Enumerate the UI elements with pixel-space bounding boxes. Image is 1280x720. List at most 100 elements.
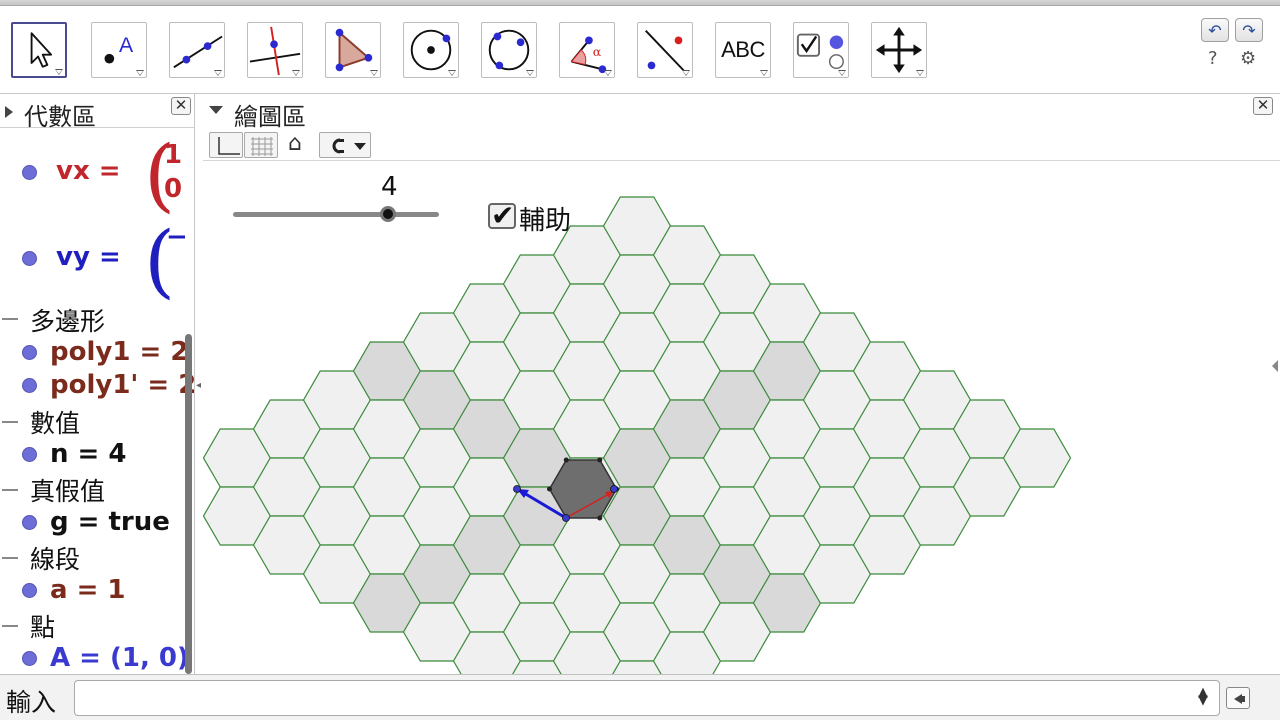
perpendicular-line-tool-button[interactable] (247, 22, 303, 78)
undo-button[interactable]: ↶ (1201, 18, 1229, 42)
visibility-dot-icon[interactable] (22, 378, 37, 393)
text-icon: ABC (721, 37, 765, 62)
vertex-point (563, 457, 569, 463)
n-slider[interactable] (233, 206, 439, 226)
list-item[interactable]: a = 1 (0, 575, 190, 607)
list-item[interactable]: g = true (0, 507, 190, 539)
keyboard-icon (1234, 694, 1245, 704)
vx-top-value: 1 (164, 140, 183, 170)
reflect-tool-button[interactable] (637, 22, 693, 78)
toggle-axes-button[interactable] (209, 132, 243, 158)
tool-menu-triangle-icon (370, 70, 378, 76)
move-graphics-tool-button[interactable] (871, 22, 927, 78)
group-label-number: 數值 (30, 409, 81, 438)
circle-center-point-tool-button[interactable] (403, 22, 459, 78)
perpendicular-line-icon (249, 26, 301, 76)
tool-menu-triangle-icon (916, 70, 924, 76)
auxiliary-checkbox[interactable]: ✔ (488, 199, 516, 232)
algebra-item-text: poly1 = 2 (50, 337, 189, 367)
point-capturing-dropdown[interactable] (319, 132, 371, 158)
line-tool-button[interactable] (169, 22, 225, 78)
visibility-dot-icon[interactable] (22, 345, 37, 360)
close-icon[interactable]: ✕ (171, 97, 191, 115)
graphics-canvas[interactable]: 4 ✔ 輔助 (203, 160, 1280, 674)
angle-tool-button[interactable]: α (559, 22, 615, 78)
list-item[interactable]: A = (1, 0) (0, 643, 190, 674)
polygon-tool-button[interactable] (325, 22, 381, 78)
input-field[interactable] (74, 680, 1220, 716)
group-label-polygon: 多邊形 (30, 307, 106, 336)
tool-menu-triangle-icon (838, 70, 846, 76)
move-tool-button[interactable] (11, 22, 67, 78)
collapse-group-icon[interactable] (2, 625, 18, 627)
chevron-down-icon (354, 143, 366, 150)
tool-menu-triangle-icon (55, 69, 63, 75)
tool-menu-triangle-icon (214, 70, 222, 76)
angle-alpha-label: α (593, 44, 602, 59)
algebra-view: 代數區 ✕ vx = ( 1 0 vy = ( − 多邊形 poly1 = 2 … (0, 94, 195, 674)
point-tool-button[interactable]: A (91, 22, 147, 78)
checkbox-tool-button[interactable] (793, 22, 849, 78)
vx-bottom-value: 0 (164, 174, 183, 204)
slider-knob[interactable] (380, 206, 396, 222)
algebra-view-header: 代數區 ✕ (0, 94, 194, 131)
vy-top-value: − (166, 222, 188, 252)
visibility-dot-icon[interactable] (22, 165, 37, 180)
algebra-item-text: n = 4 (50, 439, 127, 469)
visibility-dot-icon[interactable] (22, 651, 37, 666)
collapse-arrow-icon[interactable] (5, 106, 13, 118)
undo-icon: ↶ (1208, 20, 1222, 40)
list-item[interactable]: n = 4 (0, 439, 190, 471)
keyboard-toggle-button[interactable] (1226, 687, 1250, 709)
polygon-icon (335, 28, 373, 72)
list-item[interactable]: poly1 = 2 (0, 337, 190, 369)
history-updown-icon[interactable]: ▲ ▼ (1198, 686, 1208, 707)
collapse-group-icon[interactable] (2, 318, 18, 320)
algebra-view-title: 代數區 (24, 103, 96, 131)
visibility-dot-icon[interactable] (22, 583, 37, 598)
slider-value: 4 (381, 172, 398, 202)
help-icon[interactable]: ? (1208, 48, 1218, 69)
vx-label: vx = (56, 156, 121, 186)
tool-menu-triangle-icon (604, 70, 612, 76)
slider-track[interactable] (233, 212, 439, 217)
panel-resize-handle[interactable]: ◂ (196, 380, 201, 391)
checkbox-radio-icon (796, 33, 844, 70)
visibility-dot-icon[interactable] (22, 447, 37, 462)
vertex-point (547, 486, 552, 492)
collapse-group-icon[interactable] (2, 421, 18, 423)
group-label-boolean: 真假值 (30, 477, 106, 506)
point (513, 485, 521, 493)
algebra-scrollbar[interactable] (185, 334, 192, 674)
tool-menu-triangle-icon (682, 70, 690, 76)
geogebra-window: A α ABC ↶ ↷ ? ⚙ 代數區 ✕ vx = (1 0 vy = (… (0, 0, 1280, 720)
graphics-view-title: 繪圖區 (234, 103, 306, 131)
point-tool-label: A (119, 34, 134, 57)
group-label-segment: 線段 (30, 545, 81, 574)
tool-menu-triangle-icon (526, 70, 534, 76)
visibility-dot-icon[interactable] (22, 515, 37, 530)
circle-center-icon (410, 29, 452, 71)
list-item[interactable]: poly1' = 2 (0, 370, 194, 402)
text-tool-button[interactable]: ABC (715, 22, 771, 78)
algebra-item-text: poly1' = 2 (50, 370, 195, 400)
close-icon[interactable]: ✕ (1253, 97, 1273, 115)
home-icon[interactable]: ⌂ (288, 131, 302, 156)
redo-icon: ↷ (1242, 20, 1256, 40)
expand-right-icon[interactable] (1272, 360, 1278, 372)
move-cross-arrows-icon (875, 26, 923, 74)
settings-icon[interactable]: ⚙ (1240, 48, 1256, 69)
algebra-item-text: A = (1, 0) (50, 643, 189, 673)
circle-three-points-tool-button[interactable] (481, 22, 537, 78)
toggle-grid-button[interactable] (244, 132, 278, 158)
redo-button[interactable]: ↷ (1235, 18, 1263, 42)
algebra-item-text: g = true (50, 507, 170, 537)
graphics-view-header: 繪圖區 ✕ (203, 94, 1280, 131)
collapse-arrow-icon[interactable] (209, 106, 223, 114)
collapse-group-icon[interactable] (2, 489, 18, 491)
tool-menu-triangle-icon (448, 70, 456, 76)
group-label-point: 點 (30, 613, 56, 642)
collapse-group-icon[interactable] (2, 557, 18, 559)
visibility-dot-icon[interactable] (22, 251, 37, 266)
input-label: 輸入 (6, 688, 57, 717)
